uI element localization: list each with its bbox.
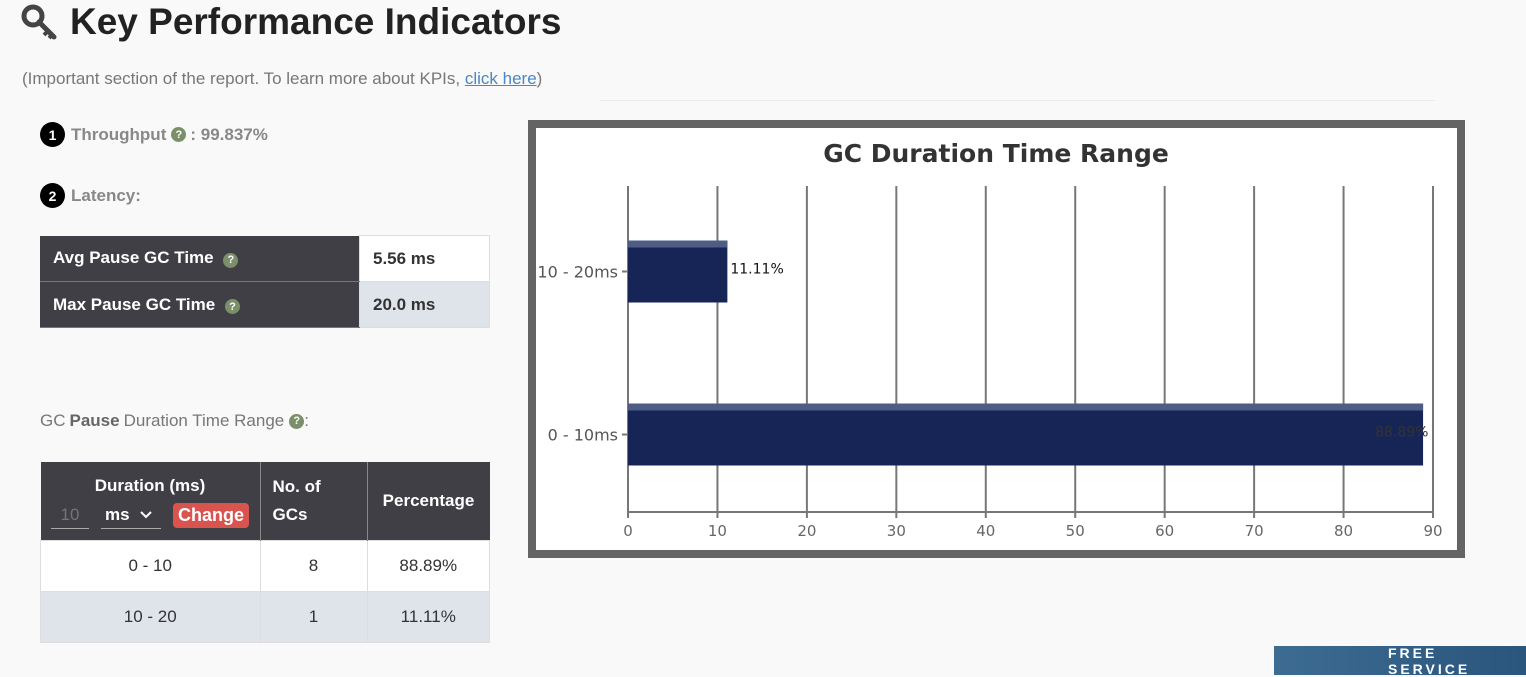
bar-highlight — [628, 403, 1424, 411]
x-tick-label: 40 — [976, 522, 995, 540]
bar — [628, 240, 728, 303]
x-tick-label: 10 — [708, 522, 727, 540]
latency-label: Latency: — [71, 185, 141, 205]
throughput-index-badge: 1 — [40, 122, 65, 147]
table-row: Avg Pause GC Time ? 5.56 ms — [40, 235, 490, 282]
latency-kpi: 2 Latency: — [40, 183, 141, 208]
gc-count-column-header: No. of GCs — [260, 462, 368, 541]
throughput-value: : 99.837% — [190, 124, 268, 144]
subtitle-suffix: ) — [536, 69, 543, 88]
pause-range-heading-bold: Pause — [69, 411, 120, 430]
percentage-column-header: Percentage — [367, 462, 490, 541]
duration-column-header: Duration (ms) ms Change — [40, 462, 261, 541]
count-cell: 1 — [259, 591, 368, 643]
x-tick-label: 50 — [1066, 522, 1085, 540]
chart-title: GC Duration Time Range — [823, 139, 1169, 168]
pause-range-heading-post: Duration Time Range — [123, 411, 285, 430]
avg-pause-value: 5.56 ms — [359, 235, 490, 282]
chart-svg: GC Duration Time Range 0 10 20 30 40 50 60 70 80… — [537, 139, 1442, 540]
unit-select-value: ms — [104, 505, 130, 524]
chevron-down-icon — [139, 511, 152, 519]
table-row: 0 - 10 8 88.89% — [40, 540, 490, 592]
x-tick-label: 80 — [1334, 522, 1353, 540]
x-tick-label: 70 — [1245, 522, 1264, 540]
percentage-cell: 88.89% — [366, 540, 490, 592]
range-cell: 0 - 10 — [40, 540, 261, 592]
y-category-label: 0 - 10ms — [548, 426, 618, 445]
max-pause-value: 20.0 ms — [359, 281, 490, 328]
x-tick-label: 60 — [1155, 522, 1174, 540]
change-button[interactable]: Change — [172, 503, 249, 528]
pause-range-table: Duration (ms) ms Change No. of GCs Perce… — [40, 462, 490, 643]
gc-count-header-label: No. of GCs — [272, 477, 321, 524]
avg-pause-label: Avg Pause GC Time ? — [40, 235, 360, 282]
max-pause-label-text: Max Pause GC Time — [53, 294, 216, 314]
data-label: 11.11% — [730, 262, 783, 278]
bar — [628, 403, 1424, 466]
unit-select[interactable]: ms — [100, 502, 161, 529]
latency-index-badge: 2 — [40, 183, 65, 208]
key-icon — [21, 4, 57, 40]
kpi-help-link[interactable]: click here — [465, 69, 537, 88]
page-subtitle: (Important section of the report. To lea… — [22, 69, 542, 89]
table-row: Max Pause GC Time ? 20.0 ms — [40, 281, 490, 328]
range-cell: 10 - 20 — [40, 591, 261, 643]
y-category-label: 10 - 20ms — [537, 263, 618, 282]
help-icon[interactable]: ? — [224, 299, 240, 314]
avg-pause-label-text: Avg Pause GC Time — [53, 248, 214, 268]
pause-range-heading-colon: : — [304, 411, 309, 430]
x-tick-label: 20 — [797, 522, 816, 540]
data-label: 88.89% — [1375, 425, 1428, 441]
page-title: Key Performance Indicators — [20, 0, 561, 44]
x-tick-label: 90 — [1423, 522, 1442, 540]
max-pause-label: Max Pause GC Time ? — [40, 281, 360, 328]
subtitle-text: (Important section of the report. To lea… — [22, 69, 465, 88]
free-service-banner[interactable]: FREE SERVICE — [1274, 645, 1526, 677]
divider — [600, 100, 1435, 101]
help-icon[interactable]: ? — [171, 127, 187, 142]
percentage-cell: 11.11% — [366, 591, 490, 643]
throughput-label: Throughput — [71, 124, 167, 144]
help-icon[interactable]: ? — [289, 413, 305, 429]
x-tick-label: 30 — [887, 522, 906, 540]
throughput-kpi: 1 Throughput ? : 99.837% — [40, 122, 268, 147]
x-tick-label: 0 — [623, 522, 633, 540]
chart-plot-area: GC Duration Time Range 0 10 20 30 40 50 60 70 80… — [536, 128, 1457, 550]
latency-table: Avg Pause GC Time ? 5.56 ms Max Pause GC… — [40, 235, 490, 328]
duration-header-label: Duration (ms) — [94, 476, 206, 495]
gc-duration-chart: GC Duration Time Range 0 10 20 30 40 50 60 70 80… — [528, 120, 1465, 558]
interval-input[interactable] — [50, 502, 89, 529]
help-icon[interactable]: ? — [223, 252, 239, 268]
pause-range-heading-pre: GC — [40, 411, 66, 430]
count-cell: 8 — [259, 540, 368, 592]
table-header-row: Duration (ms) ms Change No. of GCs Perce… — [40, 462, 490, 541]
bar-highlight — [628, 240, 728, 248]
pause-range-heading: GC Pause Duration Time Range ? : — [40, 411, 309, 431]
page-title-text: Key Performance Indicators — [70, 1, 562, 42]
table-row: 10 - 20 1 11.11% — [40, 591, 490, 643]
